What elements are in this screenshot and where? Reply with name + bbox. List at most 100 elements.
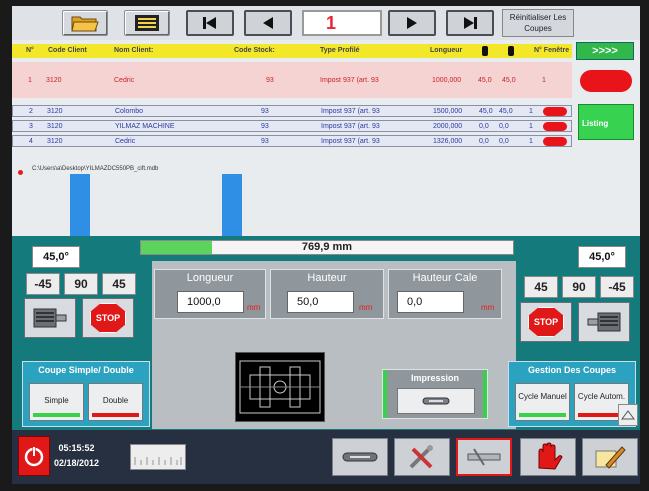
- cell-fenetre: 1: [529, 138, 533, 145]
- measure-icon: [467, 448, 501, 466]
- next-page-button[interactable]: >>>>: [576, 42, 634, 60]
- print-label-button[interactable]: [332, 438, 388, 476]
- hauteur-field: Hauteur 50,0 mm: [270, 269, 384, 319]
- left-angle-90-button[interactable]: 90: [64, 273, 98, 295]
- cell-longueur: 1326,000: [433, 138, 463, 145]
- col-nom-client: Nom Client:: [114, 47, 154, 54]
- cell-nom: Colombo: [115, 108, 144, 115]
- right-angle-45-button[interactable]: 45: [524, 276, 558, 298]
- skip-last-icon: [464, 17, 477, 29]
- cell-angle-2: 45,0: [499, 108, 513, 115]
- simple-label: Simple: [44, 396, 69, 405]
- cell-num: 1: [28, 77, 32, 84]
- cell-angle-1: 0,0: [479, 138, 489, 145]
- left-stop-button[interactable]: STOP: [82, 298, 134, 338]
- simple-indicator: [33, 413, 80, 417]
- delete-row-button[interactable]: [543, 137, 567, 146]
- gestion-coupes-panel: Gestion Des Coupes Cycle Manuel Cycle Au…: [508, 361, 636, 427]
- arrow-right-icon: [407, 17, 417, 29]
- measure-button[interactable]: [456, 438, 512, 476]
- stop-sign-icon: STOP: [90, 303, 126, 333]
- coupe-title: Coupe Simple/ Double: [38, 365, 134, 375]
- angle-right-marker: [508, 46, 514, 56]
- stop-sign-icon: STOP: [528, 307, 564, 337]
- longueur-input[interactable]: 1000,0: [177, 291, 244, 313]
- longueur-title: Longueur: [186, 272, 234, 284]
- left-motor-button[interactable]: [24, 298, 76, 338]
- col-code-client: Code Client: [48, 47, 87, 54]
- listing-button[interactable]: Listing: [578, 104, 634, 140]
- cell-angle-1: 45,0: [478, 77, 492, 84]
- page-number[interactable]: 1: [302, 10, 382, 36]
- impression-panel: Impression: [382, 369, 488, 419]
- cell-num: 2: [29, 108, 33, 115]
- col-code-stock: Code Stock:: [234, 47, 275, 54]
- left-angle-minus45-button[interactable]: -45: [26, 273, 60, 295]
- col-longueur: Longueur: [430, 47, 463, 54]
- ruler-button[interactable]: [130, 444, 186, 470]
- motor-icon: [33, 308, 67, 328]
- right-angle-minus45-button[interactable]: -45: [600, 276, 634, 298]
- double-button[interactable]: Double: [88, 383, 143, 421]
- hauteur-title: Hauteur: [307, 272, 347, 284]
- clock-time: 05:15:52: [58, 443, 95, 453]
- cell-fenetre: 1: [529, 108, 533, 115]
- saw-blade-left: [70, 174, 90, 236]
- table-row[interactable]: 2 3120 Colombo 93 Impost 937 (art. 93 15…: [12, 105, 572, 117]
- cell-type: Impost 937 (art. 93: [320, 77, 379, 84]
- tools-icon: [409, 445, 433, 469]
- keyboard-button[interactable]: [618, 404, 638, 426]
- simple-button[interactable]: Simple: [29, 383, 84, 421]
- power-button[interactable]: [18, 436, 50, 476]
- hauteur-input[interactable]: 50,0: [287, 291, 354, 313]
- right-stop-button[interactable]: STOP: [520, 302, 572, 342]
- left-angle-45-button[interactable]: 45: [102, 273, 136, 295]
- right-motor-button[interactable]: [578, 302, 630, 342]
- cell-num: 4: [29, 138, 33, 145]
- save-list-button[interactable]: [124, 10, 170, 36]
- table-row-selected[interactable]: 1 3120 Cedric 93 Impost 937 (art. 93 100…: [12, 62, 572, 98]
- hand-icon: [538, 442, 563, 470]
- cell-stock: 93: [261, 108, 269, 115]
- cell-type: Impost 937 (art. 93: [321, 138, 380, 145]
- label-printer-icon: [342, 452, 378, 462]
- previous-record-button[interactable]: [244, 10, 292, 36]
- hand-stop-button[interactable]: [520, 438, 576, 476]
- cell-code: 3120: [47, 108, 63, 115]
- last-record-button[interactable]: [446, 10, 494, 36]
- delete-row-button[interactable]: [543, 122, 567, 131]
- power-icon: [24, 446, 44, 467]
- open-folder-button[interactable]: [62, 10, 108, 36]
- table-row[interactable]: 3 3120 YILMAZ MACHINE 93 Impost 937 (art…: [12, 120, 572, 132]
- delete-selected-row-button[interactable]: [580, 70, 632, 92]
- cycle-manuel-label: Cycle Manuel: [518, 392, 567, 401]
- left-angle-display: 45,0°: [32, 246, 80, 268]
- cell-stock: 93: [261, 123, 269, 130]
- hauteur-cale-input[interactable]: 0,0: [397, 291, 464, 313]
- coupe-simple-double-panel: Coupe Simple/ Double Simple Double: [22, 361, 150, 427]
- toolbar: 1 Réinitialiser Les Coupes: [12, 6, 640, 40]
- delete-row-button[interactable]: [543, 107, 567, 116]
- next-record-button[interactable]: [388, 10, 436, 36]
- cell-angle-1: 45,0: [479, 108, 493, 115]
- cell-angle-2: 0,0: [499, 123, 509, 130]
- position-progress-bar: 769,9 mm: [140, 240, 514, 255]
- edit-button[interactable]: [582, 438, 638, 476]
- table-row[interactable]: 4 3120 Cedric 93 Impost 937 (art. 93 132…: [12, 135, 572, 147]
- reset-cuts-button[interactable]: Réinitialiser Les Coupes: [502, 9, 574, 37]
- cell-code: 3120: [47, 138, 63, 145]
- cycle-manuel-button[interactable]: Cycle Manuel: [515, 383, 570, 421]
- cell-type: Impost 937 (art. 93: [321, 123, 380, 130]
- profile-section-icon: [239, 360, 321, 414]
- cycle-auto-label: Cycle Autom.: [577, 392, 626, 401]
- cell-stock: 93: [261, 138, 269, 145]
- tools-button[interactable]: [394, 438, 450, 476]
- cell-nom: Cedric: [114, 77, 135, 84]
- cell-num: 3: [29, 123, 33, 130]
- first-record-button[interactable]: [186, 10, 234, 36]
- reset-cuts-label-1: Réinitialiser Les: [509, 13, 567, 22]
- right-angle-90-button[interactable]: 90: [562, 276, 596, 298]
- printer-icon: [422, 397, 450, 405]
- table-header: N° Code Client Nom Client: Code Stock: T…: [12, 44, 572, 58]
- print-button[interactable]: [397, 388, 475, 414]
